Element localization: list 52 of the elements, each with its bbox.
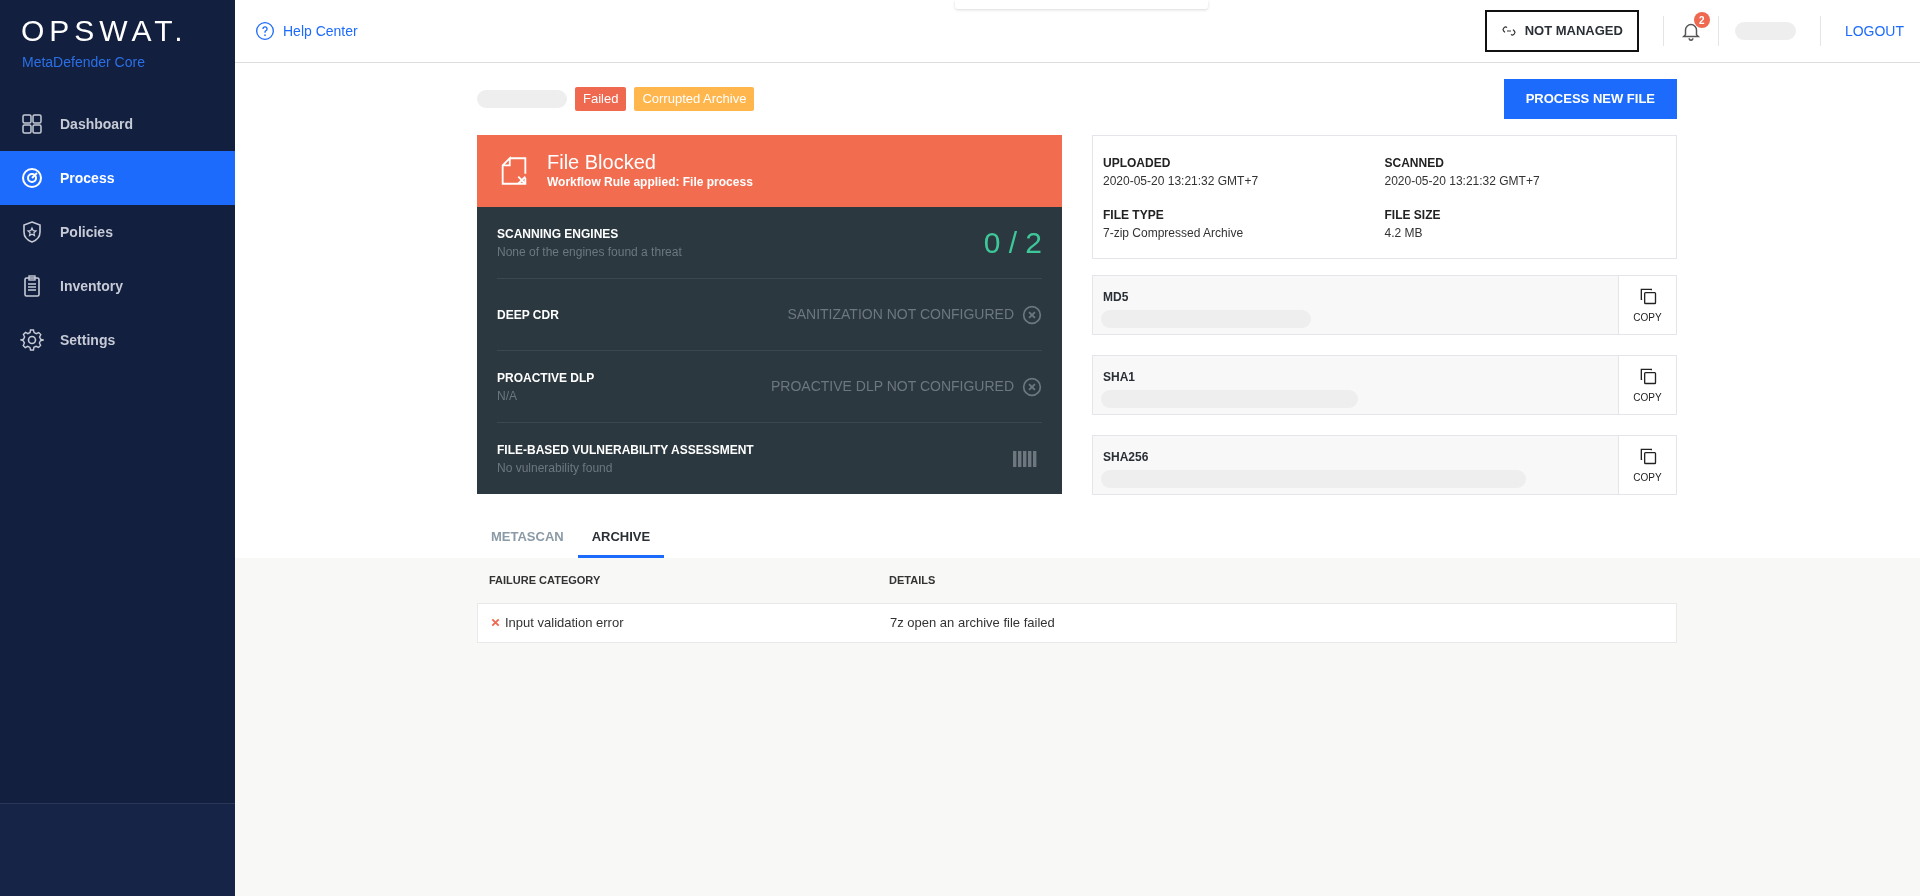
info-label: UPLOADED bbox=[1103, 155, 1172, 172]
copy-button[interactable]: COPY bbox=[1618, 356, 1676, 414]
engine-status: PROACTIVE DLP NOT CONFIGURED bbox=[771, 377, 1014, 396]
hash-label: SHA1 bbox=[1102, 369, 1136, 386]
column-header: FAILURE CATEGORY bbox=[488, 572, 602, 588]
status-tag: Failed bbox=[575, 87, 627, 111]
info-label: FILE TYPE bbox=[1103, 207, 1165, 224]
info-value: 2020-05-20 13:21:32 GMT+7 bbox=[1384, 173, 1541, 190]
engine-subtitle: None of the engines found a threat bbox=[497, 243, 683, 261]
settings-icon bbox=[20, 328, 44, 352]
sidebar-item[interactable]: Process bbox=[0, 151, 235, 205]
verdict-subtitle: Workflow Rule applied: File process bbox=[547, 174, 753, 191]
process-new-file-button[interactable]: PROCESS NEW FILE bbox=[1503, 79, 1677, 119]
engine-status: SANITIZATION NOT CONFIGURED bbox=[787, 305, 1014, 324]
copy-button[interactable]: COPY bbox=[1618, 276, 1676, 334]
shield-star-icon bbox=[20, 220, 44, 244]
copy-button[interactable]: COPY bbox=[1618, 436, 1676, 494]
logout-link[interactable]: LOGOUT bbox=[1844, 20, 1904, 42]
notification-count: 2 bbox=[1693, 12, 1710, 28]
target-icon bbox=[20, 166, 44, 190]
engine-title: FILE-BASED VULNERABILITY ASSESSMENT bbox=[497, 441, 755, 459]
product-name: MetaDefender Core bbox=[21, 53, 146, 72]
sidebar-item[interactable]: Settings bbox=[0, 313, 235, 367]
engine-subtitle: No vulnerability found bbox=[497, 459, 614, 477]
close-circle-icon bbox=[1022, 304, 1042, 325]
close-circle-icon bbox=[1022, 376, 1042, 397]
hash-label: MD5 bbox=[1102, 289, 1130, 306]
hash-label: SHA256 bbox=[1102, 449, 1150, 466]
engine-title: SCANNING ENGINES bbox=[497, 225, 620, 243]
table-cell-text: Input validation error bbox=[505, 613, 624, 632]
info-value: 2020-05-20 13:21:32 GMT+7 bbox=[1103, 173, 1260, 190]
help-icon bbox=[255, 21, 275, 41]
sidebar-item[interactable]: Inventory bbox=[0, 259, 235, 313]
not-managed-button[interactable]: NOT MANAGED bbox=[1484, 10, 1639, 52]
engine-title: DEEP CDR bbox=[497, 306, 560, 324]
engine-title: PROACTIVE DLP bbox=[497, 369, 596, 387]
broken-link-icon bbox=[1500, 23, 1517, 39]
engine-subtitle: N/A bbox=[497, 387, 518, 405]
column-header: DETAILS bbox=[888, 572, 936, 588]
grid-icon bbox=[20, 112, 44, 136]
info-label: SCANNED bbox=[1384, 155, 1445, 172]
engine-score: 0 / 2 bbox=[983, 225, 1042, 261]
sidebar-item[interactable]: Policies bbox=[0, 205, 235, 259]
info-value: 7-zip Compressed Archive bbox=[1103, 225, 1245, 242]
table-cell-text: 7z open an archive file failed bbox=[890, 613, 1055, 632]
help-center-link[interactable]: Help Center bbox=[255, 20, 358, 42]
info-label: FILE SIZE bbox=[1384, 207, 1442, 224]
brand-logo: OPSWAT. bbox=[20, 13, 189, 46]
info-value: 4.2 MB bbox=[1384, 225, 1424, 242]
sidebar-item[interactable]: Dashboard bbox=[0, 97, 235, 151]
status-tag: Corrupted Archive bbox=[634, 87, 755, 111]
verdict-title: File Blocked bbox=[547, 151, 657, 173]
